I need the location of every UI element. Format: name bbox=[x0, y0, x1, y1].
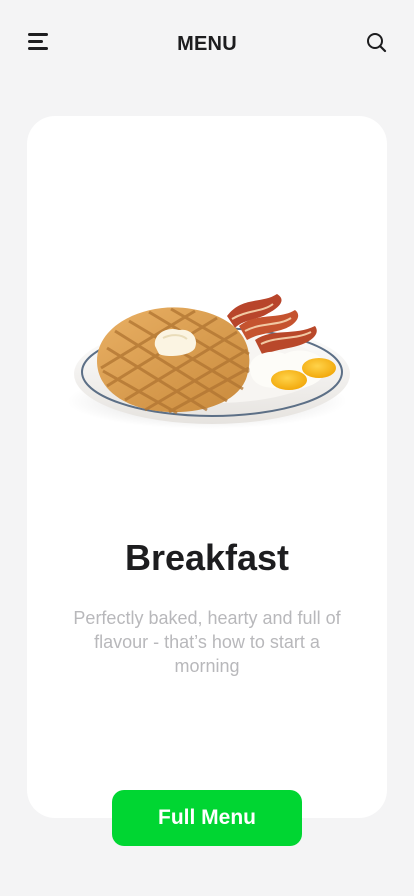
breakfast-plate-image bbox=[67, 276, 357, 446]
breakfast-card[interactable]: Breakfast Perfectly baked, hearty and fu… bbox=[27, 116, 387, 818]
page-title: MENU bbox=[177, 33, 237, 55]
full-menu-button[interactable]: Full Menu bbox=[112, 790, 302, 846]
top-bar: MENU bbox=[0, 0, 414, 90]
card-description: Perfectly baked, hearty and full of flav… bbox=[73, 608, 341, 676]
search-icon[interactable] bbox=[364, 30, 390, 56]
card-title: Breakfast bbox=[124, 537, 290, 578]
